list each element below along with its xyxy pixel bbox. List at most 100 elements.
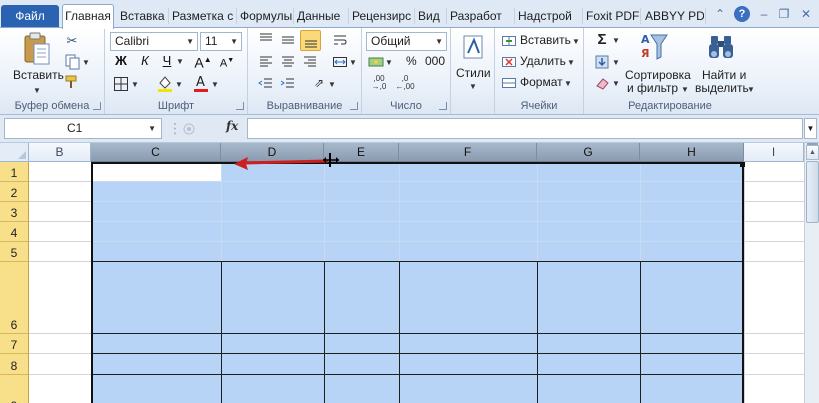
sort-filter-icon[interactable]: А Я [639,31,669,63]
column-header-i[interactable]: I [744,143,804,162]
paste-icon[interactable] [22,32,52,68]
clear-dropdown-icon[interactable]: ▼ [612,79,620,88]
column-header-f[interactable]: F [399,143,537,162]
row-header-2[interactable]: 2 [0,182,29,202]
fill-color-dropdown-icon[interactable]: ▼ [175,80,183,89]
format-painter-icon[interactable] [64,74,80,90]
italic-button[interactable]: К [137,53,153,69]
insert-function-button[interactable]: fx [226,119,238,133]
borders-dropdown-icon[interactable]: ▼ [131,80,139,89]
increase-indent-icon[interactable] [280,76,296,92]
merge-dropdown-icon[interactable]: ▼ [349,58,357,67]
styles-icon[interactable] [462,34,486,60]
font-launcher-icon[interactable] [236,102,244,110]
formula-bar-resize-handle[interactable]: ⋮ [168,119,182,138]
sort-filter-dropdown-icon[interactable]: ▼ [681,85,689,94]
thousands-button[interactable]: 000 [425,54,445,68]
name-box[interactable]: C1 ▼ [4,118,162,139]
font-color-icon[interactable]: A [193,74,209,92]
find-select-label-1[interactable]: Найти и [702,68,746,82]
underline-button[interactable]: Ч [159,53,175,69]
paste-dropdown-icon[interactable]: ▼ [33,86,41,95]
align-right-icon[interactable] [302,54,318,70]
worksheet-grid[interactable]: B C D E F G H I 1 2 3 4 5 6 7 8 9 ▲ [0,143,819,403]
tab-insert[interactable]: Вставка [117,6,167,28]
sort-filter-label-1[interactable]: Сортировка [625,68,691,82]
insert-cells-icon[interactable] [501,33,517,49]
select-all-button[interactable] [0,143,29,162]
orientation-dropdown-icon[interactable]: ▼ [328,80,336,89]
alignment-launcher-icon[interactable] [350,102,358,110]
format-dropdown-icon[interactable]: ▼ [564,79,572,88]
sort-filter-label-2[interactable]: и фильтр [627,81,678,95]
active-cell[interactable] [92,163,221,181]
tab-review[interactable]: Рецензирс [349,6,413,28]
tab-view[interactable]: Вид [415,6,445,28]
row-header-7[interactable]: 7 [0,334,29,354]
underline-dropdown-icon[interactable]: ▼ [176,57,184,66]
tab-file[interactable]: Файл [1,5,59,27]
copy-dropdown-icon[interactable]: ▼ [82,58,90,67]
paste-button[interactable]: Вставить [13,68,64,82]
number-format-select[interactable]: Общий ▼ [366,32,447,51]
font-color-dropdown-icon[interactable]: ▼ [211,80,219,89]
row-header-9[interactable]: 9 [0,375,29,403]
column-header-c[interactable]: C [91,143,221,162]
tab-page-layout[interactable]: Разметка с [169,6,235,28]
insert-dropdown-icon[interactable]: ▼ [572,37,580,46]
fill-handle[interactable] [740,162,745,167]
column-header-h[interactable]: H [640,143,744,162]
autosum-button[interactable]: Σ [594,32,610,48]
tab-foxit-pdf[interactable]: Foxit PDF [583,6,639,28]
autosum-dropdown-icon[interactable]: ▼ [612,36,620,45]
format-cells-button[interactable]: Формат [520,75,563,89]
delete-cells-button[interactable]: Удалить [520,54,566,68]
column-header-g[interactable]: G [537,143,640,162]
tab-formulas[interactable]: Формулы [237,6,292,28]
help-icon[interactable]: ? [734,6,750,22]
delete-cells-icon[interactable] [501,54,517,70]
column-header-b[interactable]: B [29,143,91,162]
font-size-select[interactable]: 11 ▼ [200,32,242,51]
find-select-label-2[interactable]: выделить [695,81,749,95]
row-header-1[interactable]: 1 [0,162,29,182]
vertical-scrollbar[interactable]: ▲ [804,143,819,403]
close-window-icon[interactable]: ✕ [798,6,814,22]
minimize-window-icon[interactable]: – [756,6,772,22]
fill-color-icon[interactable] [157,74,173,92]
expand-formula-bar-icon[interactable]: ▼ [804,118,817,139]
borders-icon[interactable] [113,76,129,92]
row-header-4[interactable]: 4 [0,222,29,242]
tab-abbyy-pdf[interactable]: ABBYY PDF [642,6,704,28]
clear-icon[interactable] [594,75,610,91]
insert-cells-button[interactable]: Вставить [520,33,571,47]
row-header-8[interactable]: 8 [0,354,29,375]
restore-window-icon[interactable]: ❐ [776,6,792,22]
fill-icon[interactable] [594,54,610,70]
styles-button[interactable]: Стили [456,66,491,80]
align-left-icon[interactable] [258,54,274,70]
shrink-font-icon[interactable]: A▼ [217,53,237,72]
merge-center-icon[interactable] [332,54,348,70]
scroll-up-arrow-icon[interactable]: ▲ [806,145,819,160]
number-launcher-icon[interactable] [439,102,447,110]
tab-addins[interactable]: Надстрой [515,6,581,28]
wrap-text-icon[interactable] [332,32,348,48]
format-cells-icon[interactable] [501,75,517,91]
find-select-dropdown-icon[interactable]: ▼ [747,85,755,94]
currency-dropdown-icon[interactable]: ▼ [385,58,393,67]
align-bottom-button[interactable] [300,30,321,51]
tab-developer[interactable]: Разработ [447,6,513,28]
align-center-icon[interactable] [280,54,296,70]
delete-dropdown-icon[interactable]: ▼ [567,58,575,67]
align-top-icon[interactable] [258,32,274,48]
cut-icon[interactable]: ✂ [64,33,80,49]
row-header-3[interactable]: 3 [0,202,29,222]
scrollbar-thumb[interactable] [806,161,819,223]
increase-decimal-icon[interactable]: ,00 →,0 [368,75,390,91]
row-header-6[interactable]: 6 [0,262,29,334]
tab-home[interactable]: Главная [62,4,114,29]
formula-input[interactable] [247,118,803,139]
minimize-ribbon-icon[interactable]: ⌃ [712,6,728,22]
tab-data[interactable]: Данные [294,6,347,28]
